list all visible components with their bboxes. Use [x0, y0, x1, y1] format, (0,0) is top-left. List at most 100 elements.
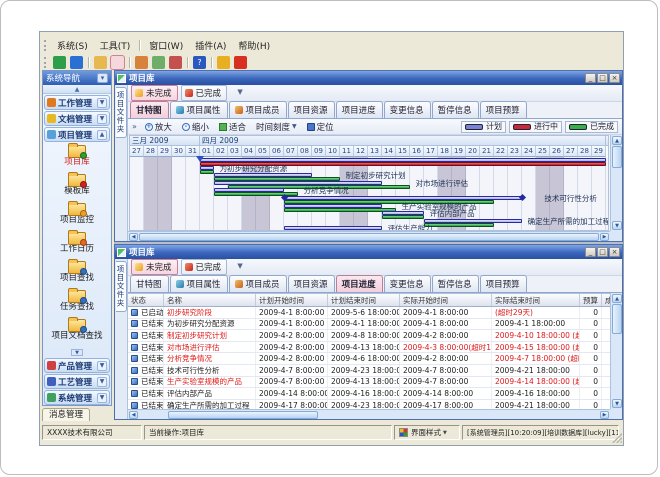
scroll-left-icon[interactable]: ◀: [129, 233, 138, 241]
gantt-window-titlebar[interactable]: 项目库 _ □ ×: [115, 71, 622, 85]
gantt-filter-1[interactable]: 已完成: [181, 85, 228, 101]
menu-item-1[interactable]: 工具(T): [94, 38, 137, 53]
scroll-up-icon[interactable]: ▲: [612, 136, 622, 145]
save-icon[interactable]: [111, 56, 124, 69]
table-row[interactable]: 已结束确定生产所需的加工过程2009-4-17 8:00:002009-4-23…: [128, 400, 610, 409]
report-view-icon[interactable]: [152, 56, 165, 69]
table-row[interactable]: 已结束生产实验室规模的产品2009-4-7 8:00:002009-4-13 1…: [128, 377, 610, 389]
table-tab-6[interactable]: 暂停信息: [432, 275, 479, 292]
sidebar-group-bottom-2[interactable]: 系统管理▼: [44, 390, 110, 405]
report-add-icon[interactable]: [135, 56, 148, 69]
chevron-down-icon[interactable]: ▼: [97, 114, 107, 124]
table-filter-0[interactable]: 未完成: [131, 259, 178, 275]
chevron-down-icon[interactable]: ▼: [97, 98, 107, 108]
sidebar-item-2[interactable]: 项目监控: [43, 202, 111, 231]
column-header-1[interactable]: 名称: [164, 294, 256, 306]
sidebar-group-bottom-1[interactable]: 工艺管理▼: [44, 374, 110, 389]
table-tab-4[interactable]: 项目进度: [336, 275, 383, 292]
table-tab-0[interactable]: 甘特图: [130, 275, 169, 292]
table-horizontal-scrollbar[interactable]: ◀ ▶: [128, 409, 610, 419]
gantt-task-5[interactable]: 技术可行性分析: [130, 195, 608, 203]
globe-icon[interactable]: [70, 56, 83, 69]
gantt-tab-6[interactable]: 暂停信息: [432, 101, 479, 118]
table-row[interactable]: 已结束对市场进行评估2009-4-2 8:00:002009-4-13 18:0…: [128, 342, 610, 354]
gantt-task-0[interactable]: [130, 157, 608, 165]
table-row[interactable]: 已结束分析竞争情况2009-4-2 8:00:002009-4-6 18:00:…: [128, 353, 610, 365]
gantt-tab-1[interactable]: 项目属性: [170, 101, 228, 118]
column-header-4[interactable]: 实际开始时间: [400, 294, 492, 306]
gantt-task-2[interactable]: 制定初步研究计划: [130, 172, 608, 180]
table-row[interactable]: 已启动初步研究阶段2009-4-1 8:00:002009-5-6 18:00:…: [128, 307, 610, 319]
column-header-6[interactable]: 预算: [580, 294, 602, 306]
table-tab-2[interactable]: 项目成员: [229, 275, 287, 292]
gantt-task-3[interactable]: 对市场进行评估: [130, 180, 608, 188]
toolbar-grip[interactable]: [44, 57, 47, 68]
tab-project-folder[interactable]: 项目文件夹: [116, 261, 127, 312]
sidebar-item-4[interactable]: 项目查找: [43, 260, 111, 289]
sidebar-item-0[interactable]: 项目库: [43, 144, 111, 173]
sidebar-item-1[interactable]: 模板库: [43, 173, 111, 202]
table-vertical-scrollbar[interactable]: ▲ ▼: [610, 293, 622, 409]
table-tab-7[interactable]: 项目预算: [480, 275, 527, 292]
gantt-vertical-scrollbar[interactable]: ▲ ▼: [610, 135, 622, 231]
gantt-tab-3[interactable]: 项目资源: [288, 101, 335, 118]
table-row[interactable]: 已结束制定初步研究计划2009-4-2 8:00:002009-4-8 18:0…: [128, 330, 610, 342]
chevron-down-icon[interactable]: ▼: [97, 361, 107, 371]
table-tab-3[interactable]: 项目资源: [288, 275, 335, 292]
resize-grip[interactable]: [612, 433, 622, 443]
exit-icon[interactable]: [234, 56, 247, 69]
scroll-down-icon[interactable]: ▼: [612, 221, 622, 230]
ui-style-dropdown[interactable]: 界面样式 ▼: [394, 425, 460, 440]
time-scale-dropdown[interactable]: 时间刻度▼: [252, 120, 301, 134]
column-header-0[interactable]: 状态: [128, 294, 164, 306]
sidebar-group-project-0[interactable]: 项目管理▲: [44, 127, 110, 142]
gantt-filter-more-button[interactable]: ▼: [234, 87, 246, 99]
chevron-down-icon[interactable]: ▼: [97, 377, 107, 387]
maximize-button[interactable]: □: [597, 247, 608, 257]
menu-item-3[interactable]: 插件(A): [189, 38, 232, 53]
gantt-horizontal-scrollbar[interactable]: ◀ ▶: [128, 231, 610, 241]
sidebar-item-3[interactable]: 工作日历: [43, 231, 111, 260]
sidebar-group-1[interactable]: 文档管理▼: [44, 111, 110, 126]
scroll-up-icon[interactable]: ▲: [612, 294, 622, 303]
scroll-down-icon[interactable]: ▼: [612, 399, 622, 408]
menubar-grip[interactable]: [44, 40, 47, 51]
scrollbar-thumb[interactable]: [168, 411, 318, 419]
gantt-tab-4[interactable]: 项目进度: [336, 101, 383, 118]
gantt-task-8[interactable]: 确定生产所需的加工过程: [130, 218, 608, 226]
chevron-down-icon[interactable]: ▼: [97, 393, 107, 403]
close-button[interactable]: ×: [609, 73, 620, 83]
scrollbar-thumb[interactable]: [612, 304, 622, 334]
fit-button[interactable]: 适合: [215, 120, 250, 134]
table-row[interactable]: 已结束为初步研究分配资源2009-4-1 8:00:002009-4-1 18:…: [128, 319, 610, 331]
locate-button[interactable]: 定位: [303, 120, 338, 134]
remote-system-icon[interactable]: [53, 56, 66, 69]
scroll-right-icon[interactable]: ▶: [600, 233, 609, 241]
sidebar-pin-icon[interactable]: ▾: [97, 73, 108, 83]
scroll-left-icon[interactable]: ◀: [129, 411, 138, 419]
tab-project-folder[interactable]: 项目文件夹: [116, 87, 127, 138]
table-tab-5[interactable]: 变更信息: [384, 275, 431, 292]
gantt-tab-7[interactable]: 项目预算: [480, 101, 527, 118]
column-header-7[interactable]: 成: [602, 294, 610, 306]
zoom-in-button[interactable]: +放大: [141, 120, 176, 134]
column-header-3[interactable]: 计划结束时间: [328, 294, 400, 306]
report-del-icon[interactable]: [169, 56, 182, 69]
sidebar-collapse-strip[interactable]: ▲: [43, 85, 111, 94]
gantt-filter-0[interactable]: 未完成: [131, 85, 178, 101]
zoom-out-button[interactable]: -缩小: [178, 120, 213, 134]
table-window-titlebar[interactable]: 项目库 _ □ ×: [115, 245, 622, 259]
menu-item-2[interactable]: 窗口(W): [143, 38, 189, 53]
minimize-button[interactable]: _: [585, 73, 596, 83]
gantt-task-4[interactable]: 分析竞争情况: [130, 187, 608, 195]
table-filter-1[interactable]: 已完成: [181, 259, 228, 275]
sidebar-item-5[interactable]: 任务查找: [43, 289, 111, 318]
gantt-tab-2[interactable]: 项目成员: [229, 101, 287, 118]
sidebar-scroll-down[interactable]: ▼: [43, 348, 111, 357]
scrollbar-thumb[interactable]: [139, 233, 599, 241]
overflow-chevron-icon[interactable]: »: [132, 122, 137, 131]
tab-message-management[interactable]: 消息管理: [42, 408, 90, 421]
chevron-up-icon[interactable]: ▲: [97, 130, 107, 140]
sidebar-item-6[interactable]: 项目文档查找: [43, 318, 111, 347]
scrollbar-thumb[interactable]: [612, 146, 622, 168]
